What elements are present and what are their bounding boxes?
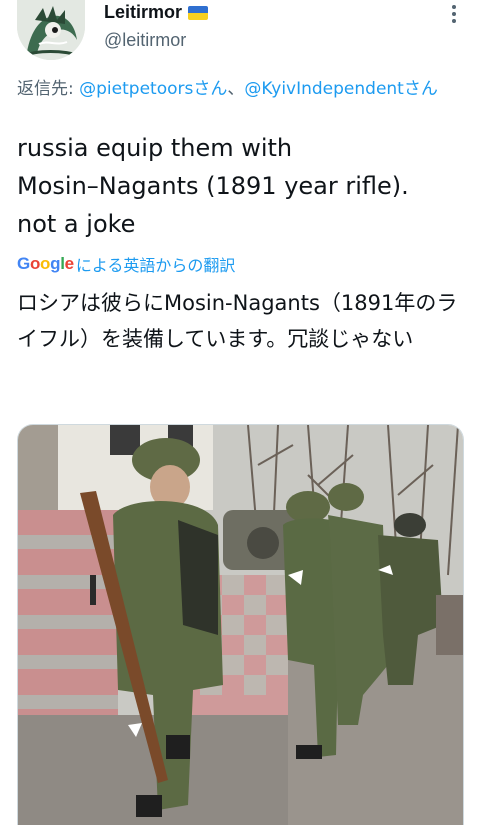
tweet-header: Leitirmor @leitirmor <box>0 0 480 66</box>
avatar-dragon-icon <box>17 0 85 60</box>
translation-label[interactable]: による英語からの翻訳 <box>76 252 236 276</box>
name-row: Leitirmor <box>104 2 209 23</box>
display-name[interactable]: Leitirmor <box>104 2 182 23</box>
user-handle[interactable]: @leitirmor <box>104 30 186 51</box>
photo-soldiers-with-rifle <box>18 425 463 825</box>
translation-attribution[interactable]: Google による英語からの翻訳 <box>17 252 235 276</box>
tweet-text: russia equip them with Mosin–Nagants (18… <box>17 134 409 238</box>
mention-link[interactable]: @KyivIndependentさん <box>244 79 438 99</box>
tweet-photo[interactable] <box>17 424 464 825</box>
translated-text: ロシアは彼らにMosin-Nagants（1891年のライフル）を装備しています… <box>17 291 458 351</box>
more-options-icon[interactable] <box>444 4 464 24</box>
reply-separator: 、 <box>227 79 245 99</box>
mention-link[interactable]: @pietpetoorsさん <box>79 79 227 99</box>
reply-prefix: 返信先: <box>17 79 80 99</box>
ukraine-flag-icon <box>188 5 209 20</box>
reply-to-line: 返信先: @pietpetoorsさん、@KyivIndependentさん <box>17 77 463 101</box>
avatar[interactable] <box>17 0 85 60</box>
google-logo-icon: Google <box>17 254 74 273</box>
